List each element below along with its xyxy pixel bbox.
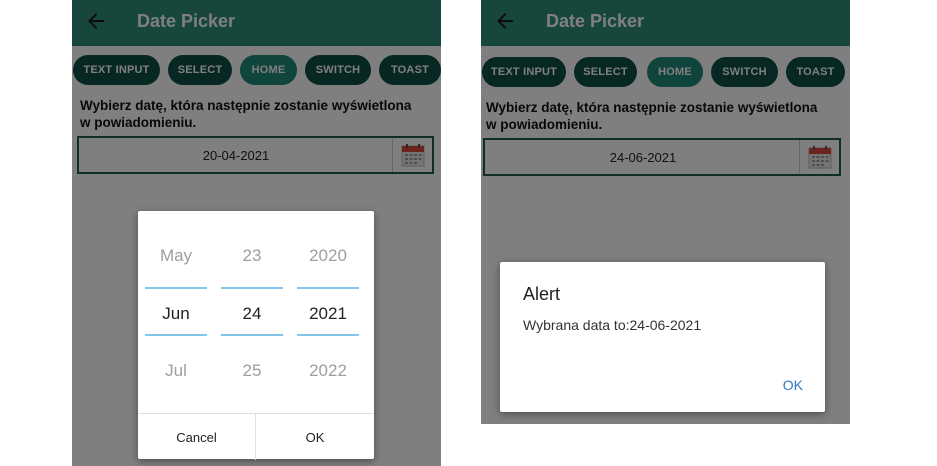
month-wheel[interactable]: May Jun Jul [145,211,207,413]
alert-dialog: Alert Wybrana data to:24-06-2021 OK [500,262,825,412]
screen-right: Date Picker TEXT INPUT SELECT HOME SWITC… [481,0,850,424]
day-wheel[interactable]: 23 24 25 [221,211,283,413]
year-wheel[interactable]: 2020 2021 2022 [297,211,359,413]
divider [221,334,283,336]
divider [145,287,207,289]
cancel-button[interactable]: Cancel [138,414,256,460]
month-prev[interactable]: May [145,246,207,266]
screen-left: Date Picker TEXT INPUT SELECT HOME SWITC… [72,0,441,466]
year-selected[interactable]: 2021 [297,304,359,324]
day-prev[interactable]: 23 [221,246,283,266]
alert-title: Alert [523,284,561,304]
ok-button[interactable]: OK [256,414,374,460]
month-selected[interactable]: Jun [145,304,207,324]
ok-button[interactable]: OK [783,377,803,393]
month-next[interactable]: Jul [145,361,207,381]
divider [297,334,359,336]
date-picker-dialog: May Jun Jul 23 24 25 2020 2021 2022 Canc… [138,211,374,460]
divider [145,334,207,336]
day-selected[interactable]: 24 [221,304,283,324]
day-next[interactable]: 25 [221,361,283,381]
year-prev[interactable]: 2020 [297,246,359,266]
divider [297,287,359,289]
year-next[interactable]: 2022 [297,361,359,381]
divider [221,287,283,289]
alert-message: Wybrana data to:24-06-2021 [523,317,702,333]
picker-footer: Cancel OK [138,413,374,460]
